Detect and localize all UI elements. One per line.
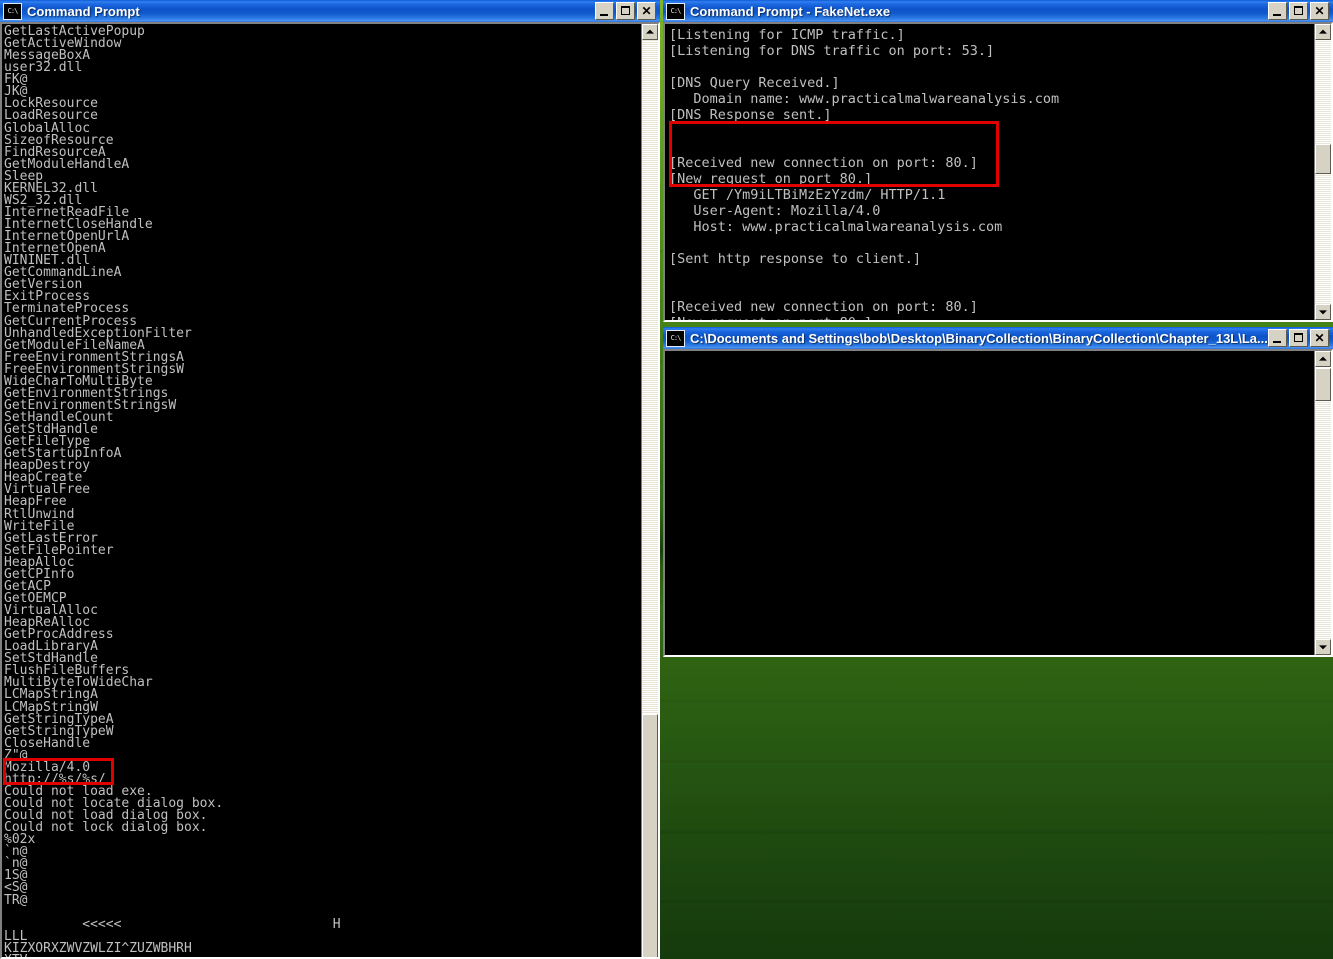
fakenet-console-titlebar[interactable]: C:\ Command Prompt - FakeNet.exe ✕ <box>663 0 1333 22</box>
left-console-window-buttons: ✕ <box>595 2 658 20</box>
close-button[interactable]: ✕ <box>637 2 656 20</box>
minimize-button[interactable] <box>1268 2 1287 20</box>
lab-console-window-buttons: ✕ <box>1268 329 1331 347</box>
window-left-console[interactable]: C:\ Command Prompt ✕ GetLastActivePopup … <box>0 0 660 959</box>
close-button[interactable]: ✕ <box>1310 2 1329 20</box>
scroll-up-button[interactable] <box>1315 351 1331 367</box>
fakenet-console-title: Command Prompt - FakeNet.exe <box>690 3 891 19</box>
scroll-up-button[interactable] <box>642 24 658 40</box>
console-icon: C:\ <box>666 2 685 20</box>
lab-console-output[interactable] <box>665 351 1314 655</box>
maximize-button[interactable] <box>616 2 635 20</box>
left-console-output[interactable]: GetLastActivePopup GetActiveWindow Messa… <box>2 24 641 957</box>
window-lab-console[interactable]: C:\ C:\Documents and Settings\bob\Deskto… <box>663 327 1333 657</box>
scrollbar-thumb[interactable] <box>1315 368 1331 401</box>
minimize-button[interactable] <box>595 2 614 20</box>
left-console-titlebar[interactable]: C:\ Command Prompt ✕ <box>0 0 660 22</box>
fakenet-console-window-buttons: ✕ <box>1268 2 1331 20</box>
scroll-down-button[interactable] <box>1315 639 1331 655</box>
scroll-up-button[interactable] <box>1315 24 1331 40</box>
screen: C:\ C:\Documents and Settings\bob\Deskto… <box>0 0 1333 959</box>
console-icon: C:\ <box>666 329 685 347</box>
fakenet-console-output[interactable]: [Listening for ICMP traffic.] [Listening… <box>665 24 1314 320</box>
console-icon: C:\ <box>3 2 22 20</box>
maximize-button[interactable] <box>1289 2 1308 20</box>
minimize-button[interactable] <box>1268 329 1287 347</box>
lab-console-scrollbar[interactable] <box>1314 351 1331 655</box>
fakenet-console-scrollbar[interactable] <box>1314 24 1331 320</box>
lab-console-title: C:\Documents and Settings\bob\Desktop\Bi… <box>690 330 1268 346</box>
scroll-down-button[interactable] <box>1315 304 1331 320</box>
left-console-scrollbar[interactable] <box>641 24 658 957</box>
left-console-body: GetLastActivePopup GetActiveWindow Messa… <box>0 22 660 959</box>
lab-console-body <box>663 349 1333 657</box>
scrollbar-thumb[interactable] <box>1315 144 1331 174</box>
maximize-button[interactable] <box>1289 329 1308 347</box>
lab-console-titlebar[interactable]: C:\ C:\Documents and Settings\bob\Deskto… <box>663 327 1333 349</box>
close-button[interactable]: ✕ <box>1310 329 1329 347</box>
window-fakenet-console[interactable]: C:\ Command Prompt - FakeNet.exe ✕ [List… <box>663 0 1333 322</box>
left-console-title: Command Prompt <box>27 3 140 19</box>
fakenet-console-body: [Listening for ICMP traffic.] [Listening… <box>663 22 1333 322</box>
scrollbar-thumb[interactable] <box>642 714 658 957</box>
